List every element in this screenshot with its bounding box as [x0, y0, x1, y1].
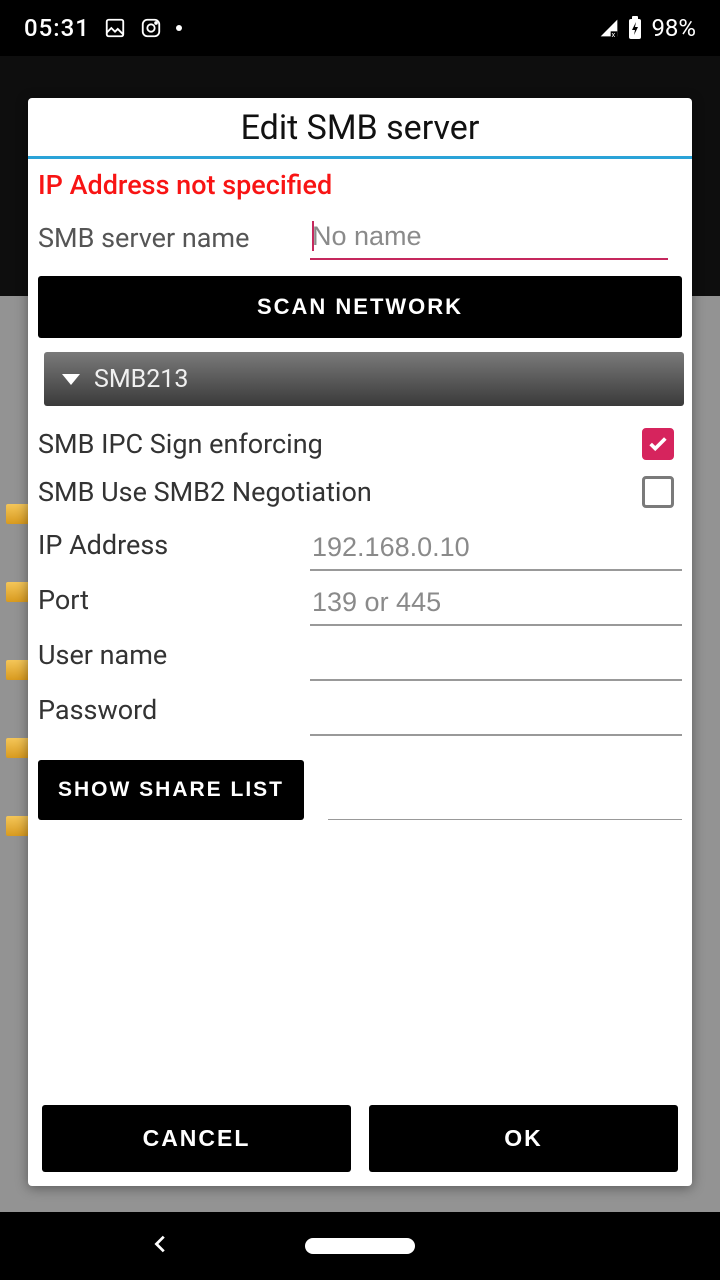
pass-label: Password: [38, 694, 298, 736]
smb2-row[interactable]: SMB Use SMB2 Negotiation: [36, 468, 684, 516]
cancel-button[interactable]: CANCEL: [42, 1105, 351, 1172]
chevron-down-icon: [62, 374, 80, 385]
dropdown-value: SMB213: [94, 365, 188, 394]
navigation-bar: [0, 1212, 720, 1280]
dialog-title: Edit SMB server: [28, 98, 692, 156]
ip-row: IP Address: [36, 516, 684, 571]
server-name-row: SMB server name: [36, 209, 684, 266]
share-input[interactable]: [328, 784, 682, 820]
ipc-sign-checkbox[interactable]: [642, 428, 674, 460]
error-message: IP Address not specified: [36, 165, 684, 209]
battery-percent: 98%: [651, 14, 696, 42]
show-share-list-button[interactable]: SHOW SHARE LIST: [38, 760, 304, 820]
port-input[interactable]: [310, 581, 682, 626]
smb2-checkbox[interactable]: [642, 476, 674, 508]
ok-button[interactable]: OK: [369, 1105, 678, 1172]
notification-dot-icon: [176, 25, 182, 31]
smb2-label: SMB Use SMB2 Negotiation: [38, 476, 372, 508]
scan-network-button[interactable]: SCAN NETWORK: [38, 276, 682, 338]
port-label: Port: [38, 584, 298, 626]
edit-smb-dialog: Edit SMB server IP Address not specified…: [28, 98, 692, 1186]
folder-icon: [6, 504, 30, 524]
smb-version-dropdown[interactable]: SMB213: [44, 352, 684, 406]
folder-icon: [6, 582, 30, 602]
user-input[interactable]: [310, 636, 682, 681]
battery-icon: [627, 16, 643, 40]
ip-label: IP Address: [38, 529, 298, 571]
ip-input[interactable]: [310, 526, 682, 571]
pass-input[interactable]: [310, 691, 682, 736]
server-name-input[interactable]: [310, 215, 668, 260]
share-row: SHOW SHARE LIST: [36, 736, 684, 820]
status-time: 05:31: [24, 14, 90, 42]
pass-row: Password: [36, 681, 684, 736]
dialog-content: IP Address not specified SMB server name…: [28, 159, 692, 1095]
folder-icon: [6, 660, 30, 680]
port-row: Port: [36, 571, 684, 626]
signal-icon: x: [599, 18, 619, 38]
status-right: x 98%: [599, 14, 696, 42]
home-pill[interactable]: [305, 1238, 415, 1254]
image-icon: [104, 17, 126, 39]
back-icon[interactable]: [150, 1233, 172, 1259]
ipc-sign-label: SMB IPC Sign enforcing: [38, 428, 323, 460]
user-row: User name: [36, 626, 684, 681]
folder-icon: [6, 816, 30, 836]
instagram-icon: [140, 17, 162, 39]
text-cursor: [312, 221, 314, 251]
ipc-sign-row[interactable]: SMB IPC Sign enforcing: [36, 420, 684, 468]
dialog-actions: CANCEL OK: [28, 1095, 692, 1186]
server-name-label: SMB server name: [38, 222, 310, 254]
status-left: 05:31: [24, 14, 182, 42]
user-label: User name: [38, 639, 298, 681]
svg-text:x: x: [612, 30, 616, 38]
status-bar: 05:31 x 98%: [0, 0, 720, 56]
folder-icon: [6, 738, 30, 758]
